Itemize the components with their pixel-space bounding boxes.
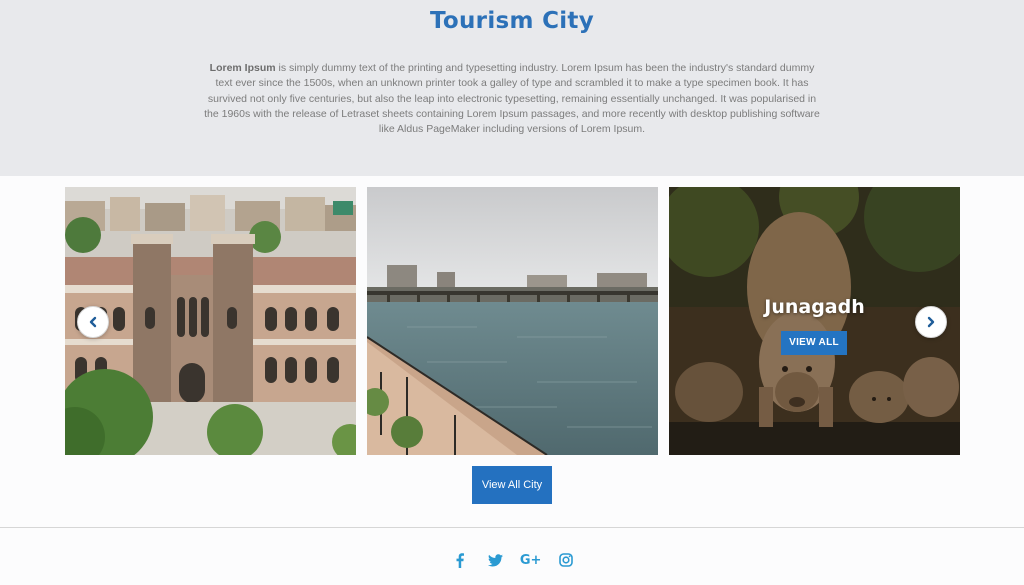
carousel-next-button[interactable] (915, 306, 947, 338)
chevron-left-icon (89, 316, 97, 328)
carousel-prev-button[interactable] (77, 306, 109, 338)
twitter-link[interactable] (483, 548, 507, 572)
intro-paragraph: Lorem Ipsum is simply dummy text of the … (200, 61, 824, 137)
social-links: G+ (448, 548, 578, 572)
intro-section: Tourism City Lorem Ipsum is simply dummy… (0, 0, 1024, 176)
intro-bold-text: Lorem Ipsum (209, 62, 276, 74)
page-title: Tourism City (429, 8, 595, 34)
twitter-icon (487, 553, 503, 566)
riverfront-image (367, 187, 658, 455)
slide-riverfront[interactable] (367, 187, 658, 455)
google-plus-link[interactable]: G+ (519, 548, 543, 572)
slide-view-all-button[interactable]: VIEW ALL (781, 331, 847, 355)
footer-divider (0, 527, 1024, 528)
chevron-right-icon (927, 316, 935, 328)
instagram-link[interactable] (554, 548, 578, 572)
instagram-icon (559, 553, 573, 567)
google-plus-icon: G+ (519, 552, 542, 568)
view-all-city-button[interactable]: View All City (472, 466, 552, 504)
intro-body-text: is simply dummy text of the printing and… (204, 62, 820, 136)
facebook-icon (456, 552, 464, 568)
facebook-link[interactable] (448, 548, 472, 572)
